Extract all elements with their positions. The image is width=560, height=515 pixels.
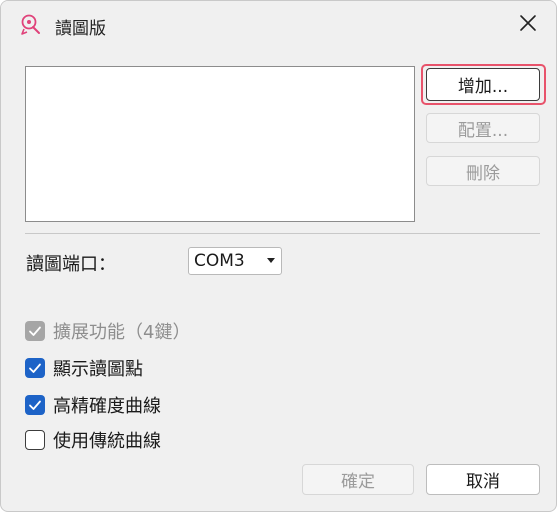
checkbox-extended-functions[interactable]: 擴展功能（4鍵） <box>25 320 191 343</box>
checkbox-show-points[interactable]: 顯示讀圖點 <box>25 357 143 380</box>
chevron-down-icon <box>267 258 275 263</box>
checkbox-label: 使用傳統曲線 <box>53 431 161 452</box>
tablet-dialog: 讀圖版 增加... 配置... 刪除 讀圖端口： COM3 擴展功能（4鍵） 顯… <box>0 0 557 512</box>
checkbox-box[interactable] <box>25 395 45 415</box>
port-select[interactable]: COM3 <box>188 247 282 275</box>
configure-button[interactable]: 配置... <box>426 113 540 143</box>
check-icon <box>29 363 41 373</box>
checkbox-high-precision[interactable]: 高精確度曲線 <box>25 394 161 417</box>
dialog-title: 讀圖版 <box>55 19 106 39</box>
ok-button[interactable]: 確定 <box>302 464 414 495</box>
check-icon <box>29 326 41 336</box>
tablet-pen-icon <box>19 13 43 37</box>
add-button[interactable]: 增加... <box>426 68 540 101</box>
close-icon <box>519 14 537 36</box>
tablet-list[interactable] <box>25 66 415 222</box>
title-bar: 讀圖版 <box>1 1 556 49</box>
divider <box>25 233 540 234</box>
checkbox-box[interactable] <box>25 358 45 378</box>
checkbox-label: 高精確度曲線 <box>53 396 161 417</box>
port-select-value: COM3 <box>194 251 245 271</box>
checkbox-label: 顯示讀圖點 <box>53 359 143 380</box>
delete-button[interactable]: 刪除 <box>426 156 540 186</box>
close-button[interactable] <box>506 5 550 45</box>
checkbox-label: 擴展功能（4鍵） <box>53 322 191 343</box>
check-icon <box>29 400 41 410</box>
checkbox-box[interactable] <box>25 430 45 450</box>
checkbox-box[interactable] <box>25 321 45 341</box>
port-label: 讀圖端口： <box>26 254 116 275</box>
checkbox-legacy-curves[interactable]: 使用傳統曲線 <box>25 429 161 452</box>
cancel-button[interactable]: 取消 <box>426 464 540 495</box>
